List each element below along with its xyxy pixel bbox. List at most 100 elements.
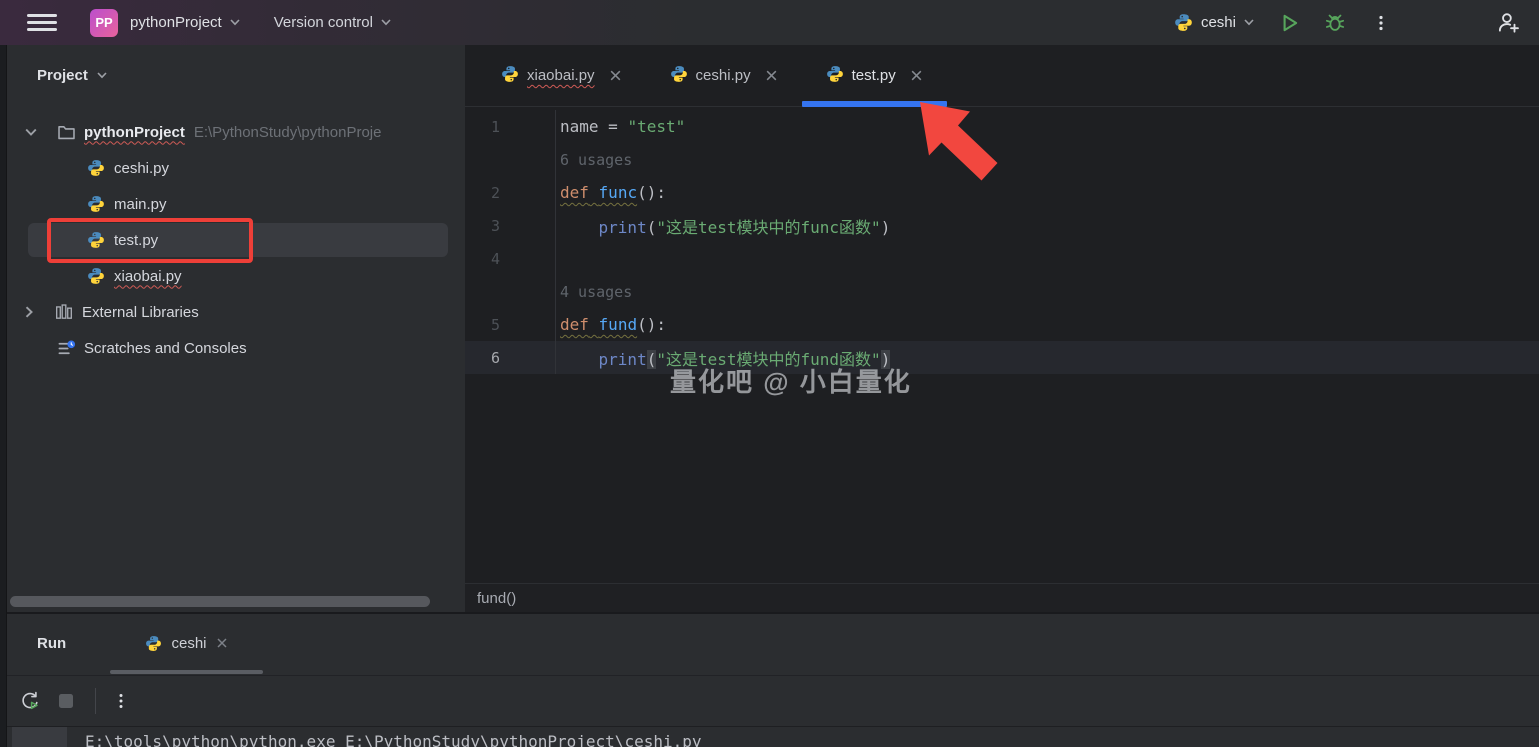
run-header: Run ceshi (7, 614, 1539, 676)
main-menu-icon[interactable] (27, 9, 57, 35)
tree-row-pythonproject[interactable]: pythonProject E:\PythonStudy\pythonProje (7, 114, 465, 150)
tree-item-label: pythonProject (84, 124, 185, 141)
line-number (465, 275, 556, 308)
tree-item-label: External Libraries (82, 304, 199, 321)
breadcrumb: fund() (465, 583, 1539, 612)
run-console[interactable]: E:\tools\python\python.exe E:\PythonStud… (7, 726, 1539, 747)
code-token: print (599, 350, 647, 369)
editor-tab-label: test.py (852, 67, 896, 84)
chevron-down-icon (97, 72, 107, 79)
code-token: 4 usages (560, 283, 632, 301)
debug-button[interactable] (1324, 12, 1346, 34)
library-icon (53, 301, 75, 323)
editor-tab-test-py[interactable]: test.py (802, 45, 947, 106)
project-selector[interactable]: pythonProject (130, 14, 240, 31)
project-tree: pythonProject E:\PythonStudy\pythonProje… (7, 114, 465, 366)
code-token: print (599, 218, 647, 237)
code-token (589, 183, 599, 202)
tree-row-test-py[interactable]: test.py (7, 222, 465, 258)
tree-row-external-libraries[interactable]: External Libraries (7, 294, 465, 330)
scratches-icon (55, 337, 77, 359)
console-options-button[interactable] (106, 686, 136, 716)
line-number: 1 (465, 110, 556, 143)
console-output-line: E:\tools\python\python.exe E:\PythonStud… (85, 732, 702, 747)
code-line: 6 usages (465, 143, 1539, 176)
play-icon (1278, 12, 1300, 34)
tree-row-xiaobai-py[interactable]: xiaobai.py (7, 258, 465, 294)
code-token: ( (647, 350, 657, 369)
code-token: ) (881, 350, 891, 369)
run-tab-label: ceshi (171, 635, 206, 652)
chevron-down-icon (230, 19, 240, 26)
code-line: 6 print("这是test模块中的fund函数") (465, 341, 1539, 374)
code-line: 2 def func(): (465, 176, 1539, 209)
horizontal-scrollbar[interactable] (10, 596, 430, 607)
editor-tab-ceshi-py[interactable]: ceshi.py (646, 45, 802, 106)
close-icon[interactable] (765, 69, 778, 82)
breadcrumb-item[interactable]: fund() (477, 590, 516, 607)
code-token: fund (599, 315, 638, 334)
run-toolbar (7, 676, 1539, 726)
tree-item-label: Scratches and Consoles (84, 340, 247, 357)
code-line: 3 print("这是test模块中的func函数") (465, 209, 1539, 242)
tree-row-ceshi-py[interactable]: ceshi.py (7, 150, 465, 186)
code-token: (): (637, 183, 666, 202)
rerun-button[interactable] (15, 686, 45, 716)
vcs-selector[interactable]: Version control (274, 14, 391, 31)
close-icon[interactable] (910, 69, 923, 82)
code-token: def (560, 183, 589, 202)
code-token: ( (647, 218, 657, 237)
run-tool-window-title: Run (37, 614, 66, 672)
tree-row-scratches-and-consoles[interactable]: Scratches and Consoles (7, 330, 465, 366)
run-tab-ceshi[interactable]: ceshi (110, 614, 263, 672)
stop-icon (56, 691, 76, 711)
code-line: 4 (465, 242, 1539, 275)
run-tool-window: Run ceshi (7, 612, 1539, 747)
project-view-label: Project (37, 67, 88, 84)
run-configuration-selector[interactable]: ceshi (1174, 13, 1254, 32)
close-icon[interactable] (609, 69, 622, 82)
python-icon (85, 229, 107, 251)
line-number: 2 (465, 176, 556, 209)
code-token: name = (560, 117, 627, 136)
chevron-right-icon[interactable] (25, 306, 41, 318)
project-tool-window: Project pythonProject E:\PythonStudy\pyt… (7, 45, 465, 612)
close-icon[interactable] (216, 637, 228, 649)
line-number: 5 (465, 308, 556, 341)
code-token: func (599, 183, 638, 202)
tree-item-path: E:\PythonStudy\pythonProje (194, 124, 382, 141)
tree-row-main-py[interactable]: main.py (7, 186, 465, 222)
editor-tab-bar: xiaobai.py ceshi.py test.py (465, 45, 1539, 107)
python-icon (501, 65, 519, 87)
code-line: 4 usages (465, 275, 1539, 308)
kebab-menu-icon (113, 692, 129, 710)
console-gutter (12, 727, 67, 747)
code-with-me-button[interactable] (1495, 10, 1521, 36)
line-number: 3 (465, 209, 556, 242)
code-token: 6 usages (560, 151, 632, 169)
tree-item-label: ceshi.py (114, 160, 169, 177)
folder-icon (55, 121, 77, 143)
tool-window-stripe (0, 45, 7, 747)
python-icon (1174, 13, 1193, 32)
user-plus-icon (1495, 10, 1521, 36)
project-logo: PP (90, 9, 118, 37)
more-actions-button[interactable] (1372, 14, 1390, 32)
python-icon (826, 65, 844, 87)
tree-item-label: test.py (114, 232, 158, 249)
project-view-selector[interactable]: Project (7, 45, 465, 84)
run-button[interactable] (1278, 12, 1300, 34)
editor-tab-label: ceshi.py (696, 67, 751, 84)
code-line: 1 name = "test" (465, 110, 1539, 143)
python-icon (85, 265, 107, 287)
editor-tab-label: xiaobai.py (527, 67, 595, 84)
code-editor[interactable]: 1 name = "test" 6 usages 2 def func(): 3… (465, 108, 1539, 374)
code-token: ) (881, 218, 891, 237)
stop-button[interactable] (51, 686, 81, 716)
project-selector-label: pythonProject (130, 14, 222, 31)
code-token (560, 350, 599, 369)
editor-tab-xiaobai-py[interactable]: xiaobai.py (477, 45, 646, 106)
python-icon (85, 193, 107, 215)
chevron-down-icon[interactable] (25, 128, 41, 137)
code-token: def (560, 315, 589, 334)
